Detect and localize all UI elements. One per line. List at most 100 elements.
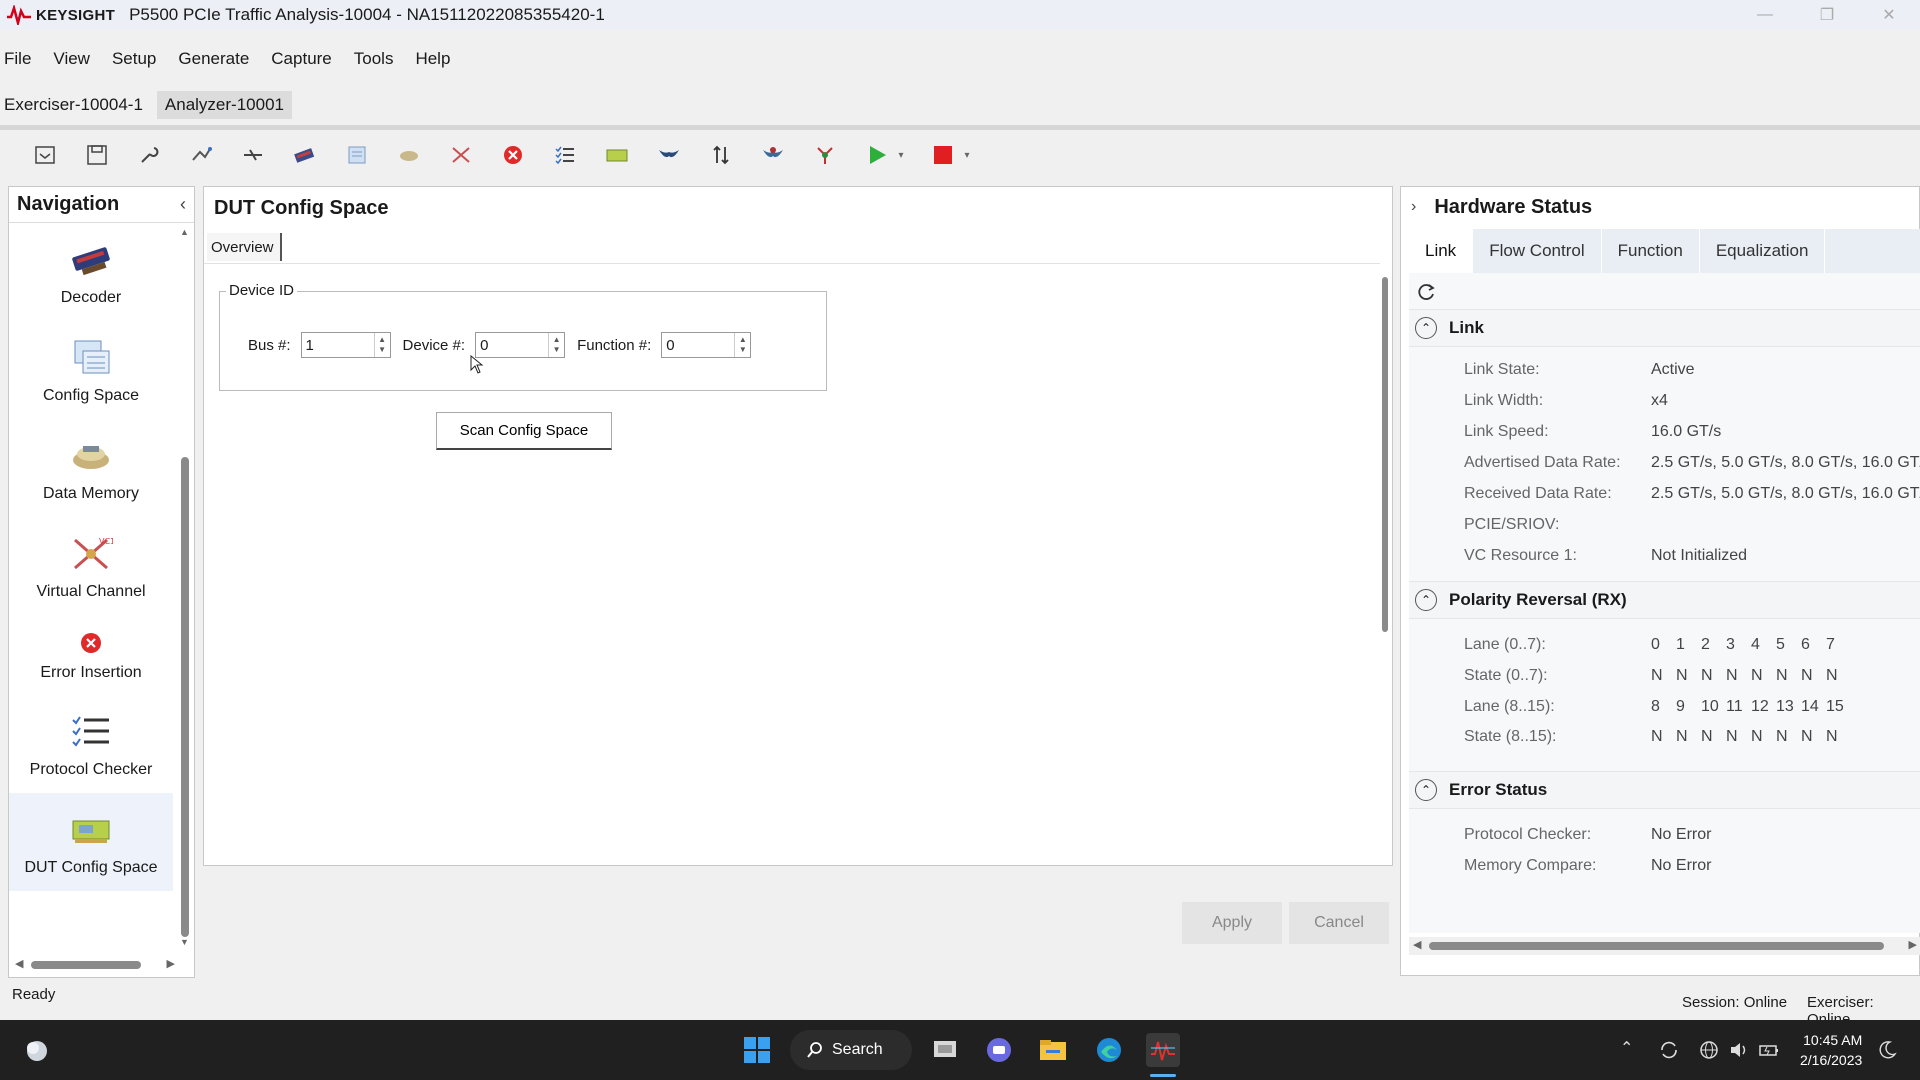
menu-generate[interactable]: Generate (178, 49, 249, 69)
state-0-7-values: N N N N N N N N (1651, 667, 1851, 685)
menu-capture[interactable]: Capture (271, 49, 331, 69)
cancel-button[interactable]: Cancel (1289, 902, 1389, 944)
taskbar-search[interactable]: Search (790, 1030, 912, 1070)
dut-config-tool-icon[interactable] (602, 140, 632, 170)
memory-tool-icon[interactable] (394, 140, 424, 170)
main-vertical-scrollbar[interactable] (1380, 277, 1390, 637)
taskbar: Search ⌃ 10:45 AM 2/16/2023 (0, 1020, 1920, 1080)
tab-function[interactable]: Function (1602, 229, 1700, 273)
clock-time: 10:45 AM (1803, 1032, 1863, 1048)
device-tab-analyzer[interactable]: Analyzer-10001 (156, 91, 292, 119)
menu-tools[interactable]: Tools (354, 49, 394, 69)
windows-start-icon[interactable] (740, 1033, 774, 1067)
sync-icon[interactable] (1652, 1033, 1686, 1067)
nav-item-virtual-channel[interactable]: VC1 Virtual Channel (9, 517, 173, 615)
scan-config-space-button[interactable]: Scan Config Space (436, 412, 612, 450)
bus-stepper[interactable]: 1 ▲ ▼ (300, 332, 391, 358)
stop-dropdown-icon[interactable]: ▾ (962, 140, 972, 170)
stop-icon[interactable] (928, 140, 958, 170)
volume-icon[interactable] (1722, 1033, 1756, 1067)
state-value: N (1751, 667, 1763, 684)
teams-chat-icon[interactable] (982, 1033, 1016, 1067)
file-explorer-icon[interactable] (1036, 1033, 1070, 1067)
tab-overview[interactable]: Overview (207, 233, 282, 261)
device-id-group: Device ID Bus #: 1 ▲ ▼ Device #: 0 ▲ ▼ Fun… (219, 282, 827, 391)
collapse-polarity-icon[interactable]: ⌃ (1415, 589, 1437, 611)
nav-item-data-memory[interactable]: Data Memory (9, 419, 173, 517)
navigation-horizontal-scrollbar[interactable]: ◀ ▶ (13, 957, 177, 973)
edge-browser-icon[interactable] (1092, 1033, 1126, 1067)
config-tool-icon[interactable] (342, 140, 372, 170)
run-icon[interactable] (862, 140, 892, 170)
pcie-sriov-label: PCIE/SRIOV: (1464, 516, 1560, 533)
weather-icon[interactable] (20, 1033, 54, 1067)
wrench-icon[interactable] (134, 140, 164, 170)
bus-value[interactable]: 1 (306, 337, 314, 354)
device-stepper[interactable]: 0 ▲ ▼ (475, 332, 566, 358)
refresh-icon[interactable] (1415, 281, 1437, 308)
hardware-status-content: ⌃ Link Link State: Active Link Width: x4… (1409, 273, 1920, 933)
maximize-button[interactable]: ❐ (1796, 0, 1858, 30)
protocol-checker-value: No Error (1651, 826, 1712, 843)
state-0-7-label: State (0..7): (1464, 667, 1548, 684)
battery-icon[interactable] (1752, 1033, 1786, 1067)
decoder-tool-icon[interactable] (290, 140, 320, 170)
error-insertion-tool-icon[interactable] (498, 140, 528, 170)
menu-file[interactable]: File (4, 49, 31, 69)
collapse-chevron-icon[interactable]: ‹ (180, 194, 186, 215)
minimize-button[interactable]: — (1734, 0, 1796, 30)
nav-item-error-insertion[interactable]: Error Insertion (9, 615, 173, 695)
protocol-checker-tool-icon[interactable] (550, 140, 580, 170)
menu-setup[interactable]: Setup (112, 49, 156, 69)
error-section-header[interactable]: ⌃ Error Status (1409, 771, 1920, 809)
function-value[interactable]: 0 (666, 337, 674, 354)
nav-item-config-space[interactable]: Config Space (9, 321, 173, 419)
apply-button[interactable]: Apply (1182, 902, 1282, 944)
network-icon[interactable] (1692, 1033, 1726, 1067)
connect-icon[interactable] (238, 140, 268, 170)
save-icon[interactable] (82, 140, 112, 170)
nav-item-decoder[interactable]: Decoder (9, 223, 173, 321)
state-value: N (1801, 728, 1813, 745)
link-training-icon[interactable] (186, 140, 216, 170)
swap-icon[interactable] (706, 140, 736, 170)
analyze-icon[interactable] (758, 140, 788, 170)
tab-equalization[interactable]: Equalization (1700, 229, 1826, 273)
device-stepper-arrows-icon[interactable]: ▲ ▼ (548, 333, 564, 357)
expand-chevron-icon[interactable]: › (1411, 198, 1416, 216)
link-section-header[interactable]: ⌃ Link (1409, 309, 1920, 347)
hardware-status-horizontal-scrollbar[interactable]: ◀ ▶ (1409, 937, 1920, 955)
protocol-checker-icon (68, 709, 114, 755)
trigger-icon[interactable] (810, 140, 840, 170)
tab-flow-control[interactable]: Flow Control (1473, 229, 1602, 273)
menu-view[interactable]: View (53, 49, 90, 69)
bus-stepper-arrows-icon[interactable]: ▲ ▼ (373, 333, 390, 357)
device-value[interactable]: 0 (480, 337, 488, 354)
close-button[interactable]: ✕ (1858, 0, 1920, 30)
state-value: N (1776, 728, 1788, 745)
bird-icon[interactable] (654, 140, 684, 170)
vc-resource-value: Not Initialized (1651, 547, 1748, 564)
tab-link[interactable]: Link (1409, 229, 1474, 273)
lane-value: 3 (1726, 636, 1735, 653)
link-state-label: Link State: (1464, 361, 1540, 378)
notification-moon-icon[interactable] (1870, 1033, 1904, 1067)
keysight-app-icon[interactable] (1146, 1033, 1180, 1067)
run-dropdown-icon[interactable]: ▾ (896, 140, 906, 170)
taskbar-clock[interactable]: 10:45 AM 2/16/2023 (1800, 1030, 1862, 1070)
polarity-section-header[interactable]: ⌃ Polarity Reversal (RX) (1409, 581, 1920, 619)
virtual-channel-tool-icon[interactable] (446, 140, 476, 170)
menu-help[interactable]: Help (415, 49, 450, 69)
device-tab-exerciser[interactable]: Exerciser-10004-1 (0, 91, 147, 119)
navigation-vertical-scrollbar[interactable]: ▲ ▼ (178, 227, 192, 947)
task-view-icon[interactable] (928, 1033, 962, 1067)
open-icon[interactable] (30, 140, 60, 170)
collapse-link-icon[interactable]: ⌃ (1415, 317, 1437, 339)
nav-label-decoder: Decoder (60, 289, 122, 306)
function-stepper-arrows-icon[interactable]: ▲ ▼ (734, 333, 750, 357)
nav-item-dut-config-space[interactable]: DUT Config Space (9, 793, 173, 891)
function-stepper[interactable]: 0 ▲ ▼ (661, 332, 752, 358)
nav-item-protocol-checker[interactable]: Protocol Checker (9, 695, 173, 793)
tray-chevron-icon[interactable]: ⌃ (1620, 1038, 1633, 1058)
collapse-error-icon[interactable]: ⌃ (1415, 779, 1437, 801)
